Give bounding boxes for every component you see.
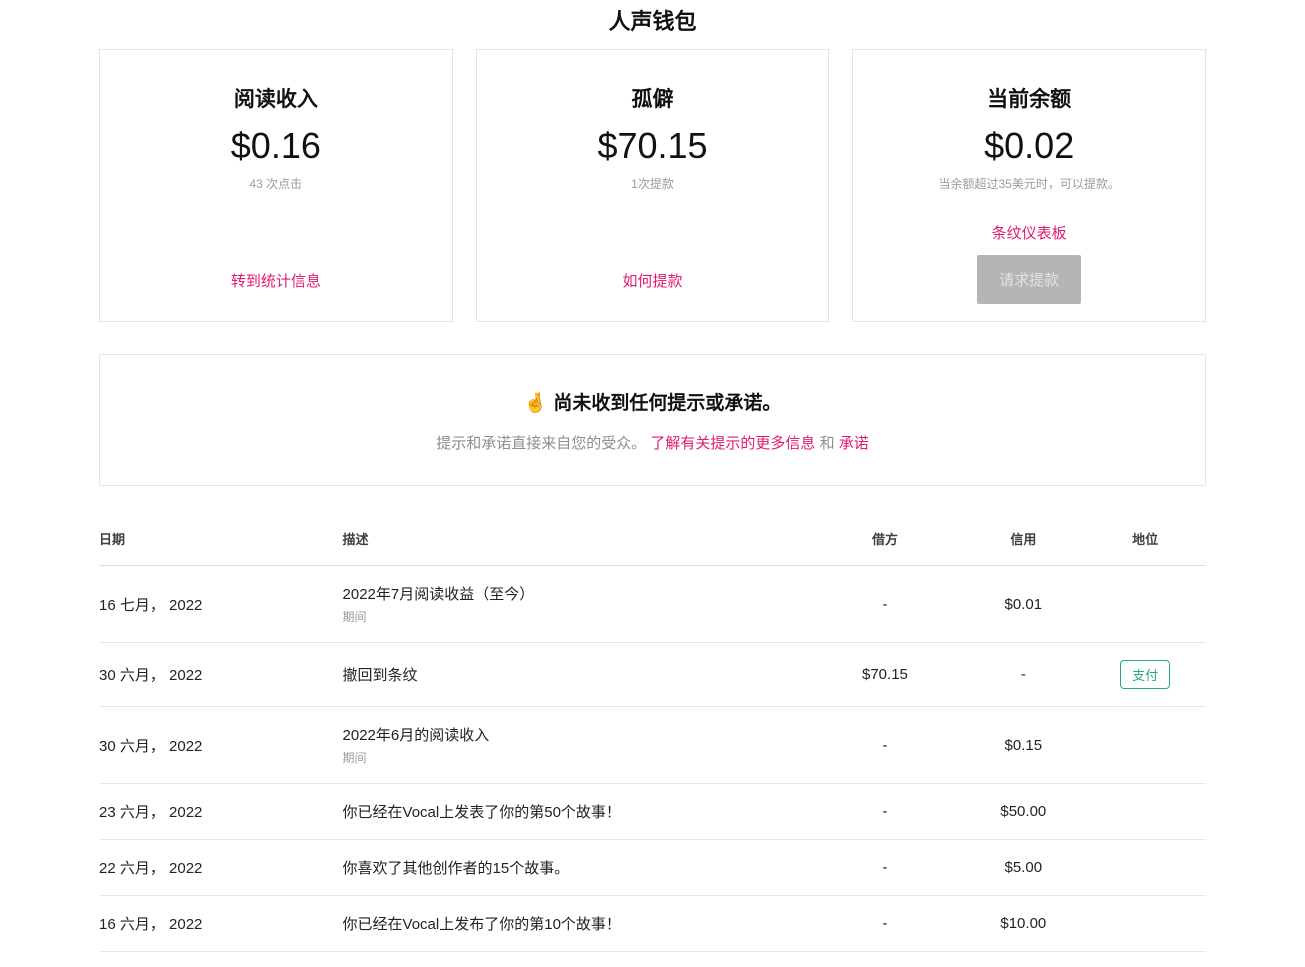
- header-status: 地位: [1084, 515, 1206, 566]
- tips-banner-heading: 🤞尚未收到任何提示或承诺。: [524, 388, 782, 415]
- tips-banner: 🤞尚未收到任何提示或承诺。 提示和承诺直接来自您的受众。 了解有关提示的更多信息…: [99, 354, 1206, 486]
- transaction-description: 你已经在Vocal上发布了你的第10个故事！: [343, 913, 808, 934]
- header-debit: 借方: [807, 515, 962, 566]
- table-row: 30 六月， 2022 2022年6月的阅读收入 期间 - $0.15: [99, 707, 1206, 784]
- transaction-credit: $10.00: [962, 896, 1084, 952]
- transaction-debit: -: [807, 840, 962, 896]
- transaction-status: [1084, 784, 1206, 840]
- transaction-description: 撤回到条纹: [343, 664, 808, 685]
- tips-banner-body: 提示和承诺直接来自您的受众。: [436, 435, 646, 452]
- transaction-status: [1084, 896, 1206, 952]
- transaction-debit: -: [807, 566, 962, 643]
- card-subtitle: 43 次点击: [249, 175, 302, 192]
- tips-banner-heading-text: 尚未收到任何提示或承诺。: [553, 393, 781, 414]
- transaction-status: 支付: [1084, 643, 1206, 707]
- pledges-link[interactable]: 承诺: [839, 435, 869, 452]
- table-row: 16 七月， 2022 2022年7月阅读收益（至今） 期间 - $0.01: [99, 566, 1206, 643]
- table-header-row: 日期 描述 借方 信用 地位: [99, 515, 1206, 566]
- transaction-date: 30 六月， 2022: [99, 643, 343, 707]
- card-title: 孤僻: [632, 83, 674, 113]
- table-row: 16 六月， 2022 你已经在Vocal上发表了你的第5个故事！ - $5.0…: [99, 952, 1206, 967]
- transaction-date: 16 六月， 2022: [99, 952, 343, 967]
- card-current-balance: 当前余额 $0.02 当余额超过35美元时，可以提款。 条纹仪表板 请求提款: [852, 49, 1206, 322]
- summary-cards: 阅读收入 $0.16 43 次点击 转到统计信息 孤僻 $70.15 1次提款 …: [99, 49, 1206, 322]
- card-subtitle: 1次提款: [631, 175, 674, 192]
- transaction-debit: -: [807, 784, 962, 840]
- transaction-date: 16 六月， 2022: [99, 896, 343, 952]
- transaction-status: [1084, 952, 1206, 967]
- transaction-description: 你喜欢了其他创作者的15个故事。: [343, 857, 808, 878]
- transaction-debit: $70.15: [807, 643, 962, 707]
- transaction-status: [1084, 840, 1206, 896]
- table-row: 16 六月， 2022 你已经在Vocal上发布了你的第10个故事！ - $10…: [99, 896, 1206, 952]
- card-title: 当前余额: [987, 83, 1071, 113]
- stripe-dashboard-link[interactable]: 条纹仪表板: [992, 225, 1067, 242]
- paid-status-badge: 支付: [1120, 660, 1170, 689]
- transaction-credit: $5.00: [962, 952, 1084, 967]
- table-row: 22 六月， 2022 你喜欢了其他创作者的15个故事。 - $5.00: [99, 840, 1206, 896]
- header-credit: 信用: [962, 515, 1084, 566]
- wallet-page: 人声钱包 阅读收入 $0.16 43 次点击 转到统计信息 孤僻 $70.15 …: [99, 0, 1206, 967]
- card-amount: $70.15: [597, 128, 707, 164]
- transaction-date: 23 六月， 2022: [99, 784, 343, 840]
- card-title: 阅读收入: [234, 83, 318, 113]
- card-amount: $0.16: [231, 128, 321, 164]
- card-reading-earnings: 阅读收入 $0.16 43 次点击 转到统计信息: [99, 49, 453, 322]
- transaction-period-label: 期间: [343, 749, 808, 766]
- how-to-withdraw-link[interactable]: 如何提款: [623, 273, 683, 290]
- transaction-credit: $0.15: [962, 707, 1084, 784]
- go-to-stats-link[interactable]: 转到统计信息: [231, 273, 321, 290]
- header-date: 日期: [99, 515, 343, 566]
- table-row: 23 六月， 2022 你已经在Vocal上发表了你的第50个故事！ - $50…: [99, 784, 1206, 840]
- tips-banner-subtext: 提示和承诺直接来自您的受众。 了解有关提示的更多信息 和 承诺: [436, 432, 869, 453]
- card-withdrawn: 孤僻 $70.15 1次提款 如何提款: [476, 49, 830, 322]
- transaction-date: 22 六月， 2022: [99, 840, 343, 896]
- conjunction-text: 和: [820, 435, 835, 452]
- crossed-fingers-icon: 🤞: [524, 393, 548, 414]
- table-row: 30 六月， 2022 撤回到条纹 $70.15 - 支付: [99, 643, 1206, 707]
- transaction-description: 你已经在Vocal上发表了你的第50个故事！: [343, 801, 808, 822]
- header-description: 描述: [343, 515, 808, 566]
- transaction-period-label: 期间: [343, 608, 808, 625]
- transaction-credit: -: [962, 643, 1084, 707]
- transaction-status: [1084, 707, 1206, 784]
- transaction-date: 16 七月， 2022: [99, 566, 343, 643]
- transaction-credit: $5.00: [962, 840, 1084, 896]
- transaction-debit: -: [807, 707, 962, 784]
- transaction-description: 2022年6月的阅读收入: [343, 724, 808, 745]
- card-subtitle: 当余额超过35美元时，可以提款。: [939, 175, 1120, 192]
- transaction-debit: -: [807, 896, 962, 952]
- transaction-credit: $50.00: [962, 784, 1084, 840]
- page-title: 人声钱包: [99, 4, 1206, 36]
- transaction-date: 30 六月， 2022: [99, 707, 343, 784]
- transactions-table: 日期 描述 借方 信用 地位 16 七月， 2022 2022年7月阅读收益（至…: [99, 515, 1206, 967]
- learn-more-tips-link[interactable]: 了解有关提示的更多信息: [650, 435, 815, 452]
- card-amount: $0.02: [984, 128, 1074, 164]
- transaction-status: [1084, 566, 1206, 643]
- transaction-credit: $0.01: [962, 566, 1084, 643]
- request-withdrawal-button[interactable]: 请求提款: [977, 255, 1081, 304]
- transaction-debit: -: [807, 952, 962, 967]
- transaction-description: 2022年7月阅读收益（至今）: [343, 583, 808, 604]
